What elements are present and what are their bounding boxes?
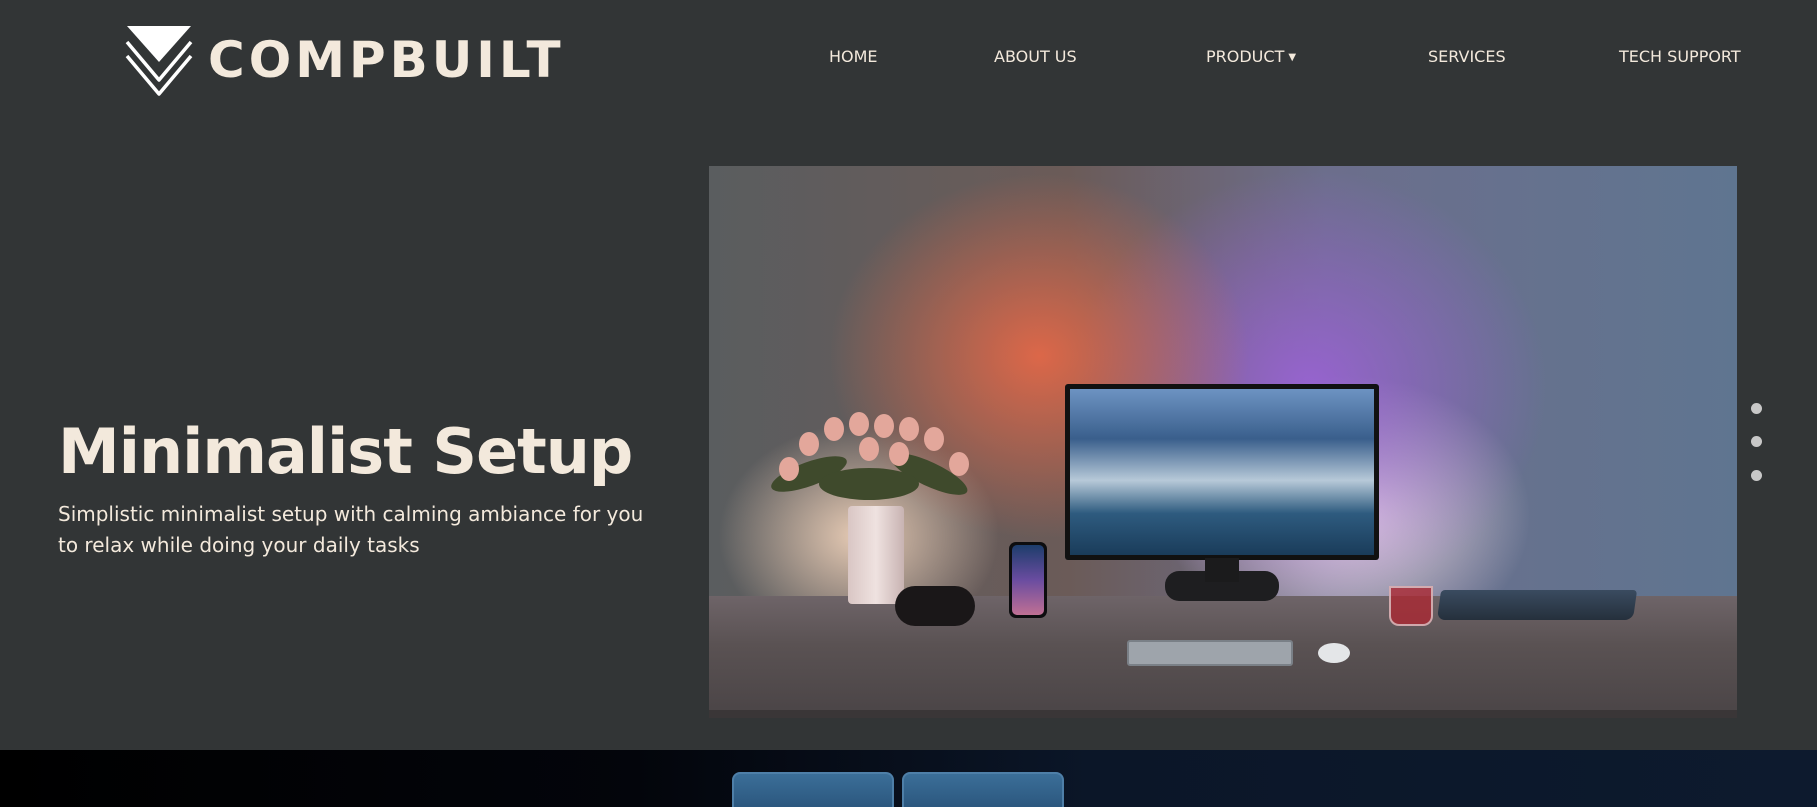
headphones-image — [895, 586, 975, 626]
slider-dot-3[interactable] — [1751, 470, 1762, 481]
slider-dot-1[interactable] — [1751, 403, 1762, 414]
vase-image — [848, 506, 904, 604]
hero-image — [709, 166, 1737, 718]
stacked-triangles-icon — [125, 26, 193, 96]
slider-dot-2[interactable] — [1751, 436, 1762, 447]
brand-name: COMPBUILT — [208, 31, 565, 89]
next-section-image-right — [902, 772, 1064, 807]
mug-image — [1389, 586, 1433, 626]
nav-tech-support[interactable]: TECH SUPPORT — [1619, 47, 1741, 66]
caret-down-icon: ▼ — [1288, 52, 1297, 63]
brand-logo[interactable]: COMPBUILT — [124, 24, 565, 96]
nav-about-us[interactable]: ABOUT US — [994, 47, 1077, 66]
hero-title: Minimalist Setup — [58, 415, 633, 488]
nav-home[interactable]: HOME — [829, 47, 878, 66]
phone-image — [1009, 542, 1047, 618]
nav-product[interactable]: PRODUCT ▼ — [1206, 47, 1296, 66]
monitor-image — [1065, 384, 1379, 560]
nav-product-label: PRODUCT — [1206, 47, 1285, 66]
laptop-image — [1436, 590, 1638, 620]
nav-services[interactable]: SERVICES — [1428, 47, 1506, 66]
mouse-image — [1318, 643, 1350, 663]
keyboard-image — [1127, 640, 1293, 666]
next-section — [0, 750, 1817, 807]
hero-description: Simplistic minimalist setup with calming… — [58, 502, 644, 557]
next-section-image-left — [732, 772, 894, 807]
